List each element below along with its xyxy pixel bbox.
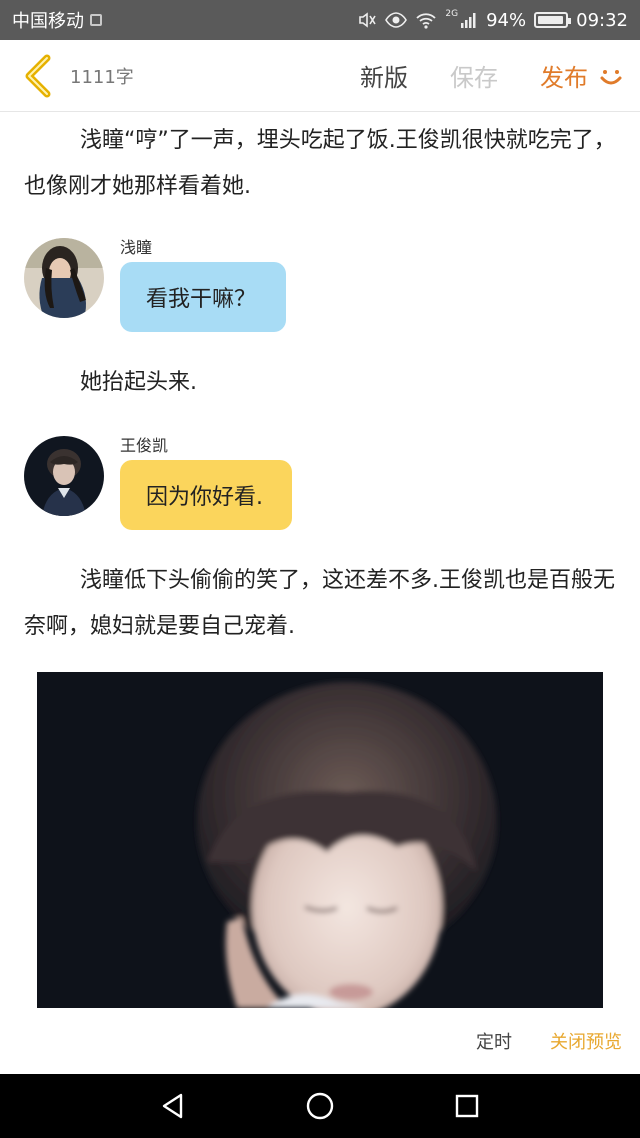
chat-message: 浅瞳 看我干嘛？: [24, 238, 624, 338]
sender-name: 浅瞳: [120, 238, 153, 257]
signal-icon: [461, 13, 476, 28]
carrier-name: 中国移动: [12, 11, 84, 32]
word-count: 1111字: [70, 66, 134, 88]
smile-icon: [600, 69, 622, 84]
sim-icon: [90, 14, 102, 26]
top-actions: 新版 保存 发布: [360, 58, 640, 93]
avatar-girl-image: [24, 238, 104, 318]
chevron-left-icon: [25, 54, 51, 97]
nav-home-button[interactable]: [300, 1086, 340, 1126]
back-triangle-icon: [163, 1093, 183, 1119]
status-icons: 2G 94% 09:32: [357, 9, 628, 31]
clock: 09:32: [576, 9, 628, 31]
eye-icon: [385, 12, 408, 28]
battery-fill: [538, 16, 563, 24]
nav-back-button[interactable]: [153, 1086, 193, 1126]
status-bar: 中国移动 2G 94% 09:32: [0, 0, 640, 40]
new-version-button[interactable]: 新版: [360, 58, 408, 93]
mute-icon: [359, 12, 377, 28]
avatar-boy-image: [24, 436, 104, 516]
publish-button[interactable]: 发布: [540, 58, 588, 93]
network-type-label: 2G: [445, 9, 459, 19]
avatar: [24, 436, 104, 516]
story-photo: [37, 672, 603, 1008]
schedule-button[interactable]: 定时: [476, 1028, 512, 1054]
battery-icon: [534, 12, 572, 28]
avatar: [24, 238, 104, 318]
battery-percent: 94%: [486, 9, 527, 31]
recents-square-icon: [455, 1094, 478, 1118]
nav-recents-button[interactable]: [447, 1086, 487, 1126]
sender-name: 王俊凯: [120, 436, 169, 455]
speech-bubble: 因为你好看.: [120, 460, 292, 530]
story-paragraph: 她抬起头来.: [80, 370, 197, 395]
portrait-photo-image: [37, 672, 603, 1008]
speech-bubble: 看我干嘛？: [120, 262, 286, 332]
story-preview: 浅瞳“哼”了一声，埋头吃起了饭.王俊凯很快就吃完了，也像刚才她那样看着她. 浅瞳…: [0, 112, 640, 1072]
bottom-actions: 定时 关闭预览: [0, 1024, 640, 1064]
story-paragraph: 浅瞳低下头偷偷的笑了，这还差不多.王俊凯也是百般无奈啊，媳妇就是要自己宠着.: [24, 568, 615, 639]
carrier: 中国移动: [12, 7, 102, 33]
back-button[interactable]: [10, 46, 66, 106]
story-paragraph: 浅瞳“哼”了一声，埋头吃起了饭.王俊凯很快就吃完了，也像刚才她那样看着她.: [24, 128, 616, 199]
editor-top-bar: 1111字 新版 保存 发布: [0, 40, 640, 112]
save-button[interactable]: 保存: [450, 58, 498, 93]
home-circle-icon: [306, 1092, 334, 1120]
system-nav-bar: [0, 1074, 640, 1138]
chat-message: 王俊凯 因为你好看.: [24, 436, 624, 536]
wifi-icon: [416, 13, 437, 29]
close-preview-button[interactable]: 关闭预览: [550, 1028, 622, 1054]
